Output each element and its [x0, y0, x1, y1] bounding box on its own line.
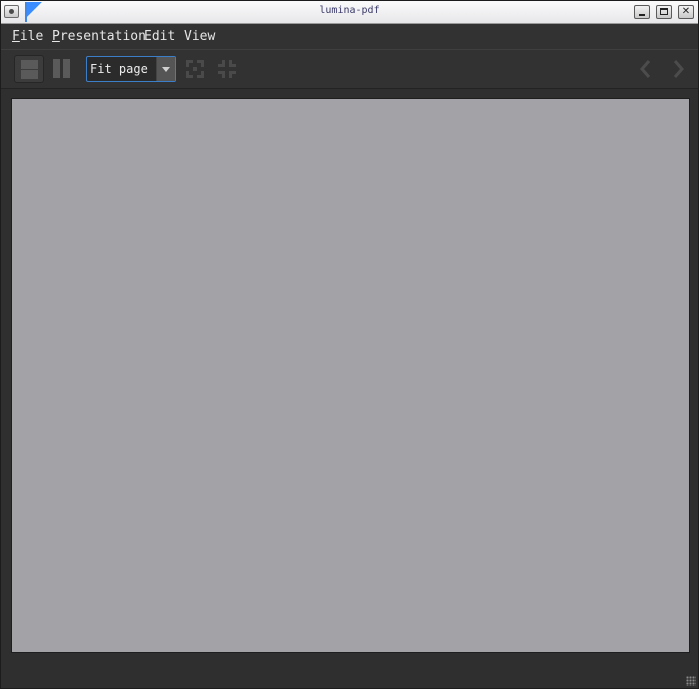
single-page-view-icon [21, 60, 38, 79]
single-page-view-button[interactable] [14, 55, 44, 83]
dual-page-view-icon [53, 59, 70, 78]
menu-presentation[interactable]: Presentation [52, 29, 146, 44]
shrink-button[interactable] [213, 55, 243, 83]
minimize-button[interactable] [634, 5, 650, 19]
shrink-icon [218, 60, 236, 78]
menu-edit-label: Edit [144, 29, 176, 44]
menu-file-mnemonic: F [12, 29, 20, 44]
app-window: lumina-pdf ✕ File Presentation Edit View… [0, 0, 699, 689]
previous-page-button[interactable] [634, 56, 658, 82]
menu-file[interactable]: File [12, 29, 43, 44]
window-title: lumina-pdf [319, 5, 380, 16]
maximize-button[interactable] [656, 5, 672, 19]
expand-icon [186, 60, 204, 78]
menu-bar: File Presentation Edit View [1, 24, 698, 50]
menu-presentation-label: resentation [59, 29, 146, 44]
menu-view[interactable]: View [184, 29, 215, 44]
chevron-down-icon[interactable] [156, 57, 175, 81]
close-button[interactable]: ✕ [678, 5, 694, 19]
zoom-select[interactable]: Fit page [86, 56, 176, 82]
document-viewer[interactable] [1, 89, 698, 688]
next-page-button[interactable] [666, 56, 690, 82]
menu-file-label: ile [19, 29, 44, 44]
resize-grip[interactable] [686, 676, 696, 686]
chevron-left-icon [640, 60, 651, 78]
menu-presentation-mnemonic: P [52, 29, 60, 44]
menu-view-label: View [184, 29, 216, 44]
zoom-select-value: Fit page [90, 62, 148, 76]
title-bar[interactable]: lumina-pdf ✕ [1, 1, 698, 24]
toolbar: Fit page [1, 50, 698, 89]
expand-button[interactable] [181, 55, 211, 83]
dual-page-view-button[interactable] [47, 55, 77, 83]
page-canvas[interactable] [11, 98, 690, 653]
menu-edit[interactable]: Edit [144, 29, 175, 44]
chevron-right-icon [673, 60, 684, 78]
